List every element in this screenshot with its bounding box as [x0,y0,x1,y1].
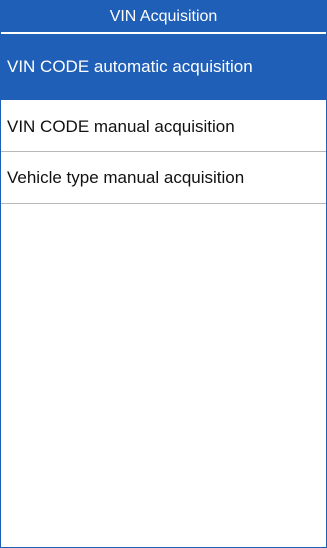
acquisition-menu: VIN CODE automatic acquisition VIN CODE … [1,34,326,204]
page-title: VIN Acquisition [1,1,326,34]
menu-item-vin-automatic[interactable]: VIN CODE automatic acquisition [1,34,326,100]
vin-acquisition-screen: VIN Acquisition VIN CODE automatic acqui… [0,0,327,548]
menu-item-vehicle-type-manual[interactable]: Vehicle type manual acquisition [1,152,326,204]
menu-item-vin-manual[interactable]: VIN CODE manual acquisition [1,100,326,152]
